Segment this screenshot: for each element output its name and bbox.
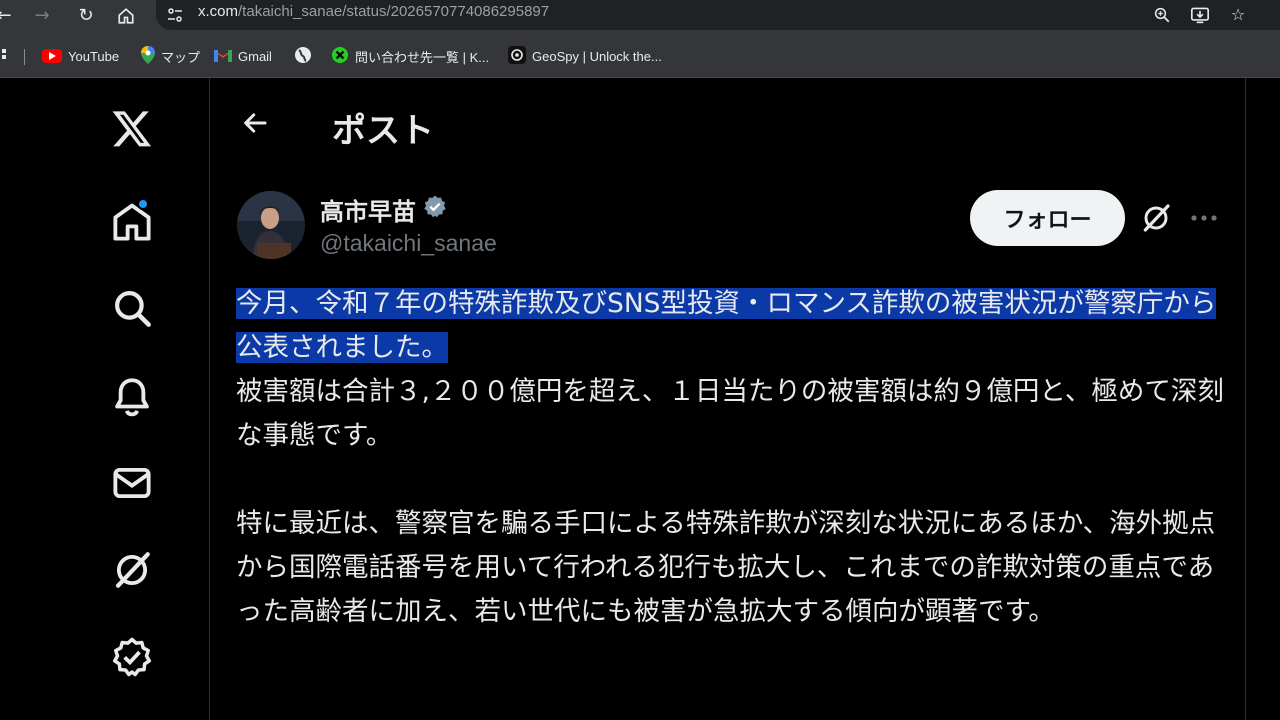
green-x-icon [331,46,349,67]
home-icon[interactable] [112,2,140,30]
reload-icon[interactable]: ↻ [72,2,100,30]
bookmarks-divider [24,49,25,65]
post-text-continued: 被害額は合計３,２００億円を超え、１日当たりの被害額は約９億円と、極めて深刻な事… [236,376,1224,451]
verified-nav-icon[interactable] [106,631,158,683]
x-logo-icon[interactable] [106,102,158,154]
author-handle[interactable]: @takaichi_sanae [320,230,497,257]
unread-dot [137,198,149,210]
grok-nav-icon[interactable] [106,544,158,596]
address-bar[interactable]: x.com/takaichi_sanae/status/202657077408… [156,0,1280,30]
bookmark-label: Gmail [238,48,272,64]
geospy-icon [508,45,526,67]
avatar[interactable] [237,191,305,259]
url-path: /takaichi_sanae/status/20265707740862958… [238,3,550,20]
bookmark-label: GeoSpy | Unlock the... [532,48,662,64]
zoom-icon[interactable] [1150,2,1174,28]
url-text: x.com/takaichi_sanae/status/202657077408… [198,3,549,20]
page-title: ポスト [332,111,434,151]
post-column: ポスト 高市早苗 @takaichi_sanae フォロー 今月、令和７年の特殊… [210,78,1246,720]
bookmark-youtube[interactable]: YouTube [42,44,119,68]
post-paragraph-2: 特に最近は、警察官を騙る手口による特殊詐欺が深刻な状況にあるほか、海外拠点から国… [236,508,1216,627]
selected-text: 今月、令和７年の特殊詐欺及びSNS型投資・ロマンス詐欺の被害状況が警察庁から公表… [236,288,1217,363]
globe-icon [294,46,312,67]
author-name-text: 高市早苗 [320,198,416,226]
site-info-icon[interactable] [162,2,188,28]
forward-arrow-icon[interactable]: → [28,2,56,30]
back-arrow-icon[interactable]: ← [0,2,18,30]
gmail-icon [214,48,232,65]
grok-icon[interactable] [1134,196,1178,240]
install-app-icon[interactable] [1188,2,1212,28]
bookmarks-bar: YouTube マップ Gmail 問い合わせ先一覧 | K... GeoSpy… [0,36,1280,78]
bookmark-label: YouTube [68,48,120,64]
home-nav-icon[interactable] [106,196,158,248]
maps-icon [141,45,155,67]
more-options-icon[interactable] [1182,196,1226,240]
arrow-left-icon [244,113,267,133]
browser-toolbar: ← → ↻ x.com/takaichi_sanae/status/202657… [0,0,1280,36]
verified-badge-icon [422,194,448,226]
author-name[interactable]: 高市早苗 [320,192,448,227]
bookmark-star-icon[interactable]: ☆ [1226,2,1250,28]
notifications-bell-icon[interactable] [106,370,158,422]
back-button[interactable] [234,102,276,144]
bookmark-globe[interactable] [294,44,312,68]
bookmark-geospy[interactable]: GeoSpy | Unlock the... [508,44,662,68]
bookmark-label: マップ [161,49,201,65]
follow-button[interactable]: フォロー [970,190,1125,246]
bookmark-inquiry-list[interactable]: 問い合わせ先一覧 | K... [331,44,489,68]
bookmark-maps[interactable]: マップ [141,44,200,68]
app-sidebar [0,78,210,720]
url-domain: x.com [198,3,239,20]
apps-grid-icon[interactable] [0,44,8,68]
post-paragraph-1: 今月、令和７年の特殊詐欺及びSNS型投資・ロマンス詐欺の被害状況が警察庁から公表… [236,282,1226,458]
bookmark-label: 問い合わせ先一覧 | K... [355,49,490,65]
messages-mail-icon[interactable] [106,457,158,509]
post-text: 今月、令和７年の特殊詐欺及びSNS型投資・ロマンス詐欺の被害状況が警察庁から公表… [236,282,1226,634]
youtube-icon [42,49,62,63]
bookmark-gmail[interactable]: Gmail [214,44,272,68]
search-nav-icon[interactable] [106,282,158,334]
